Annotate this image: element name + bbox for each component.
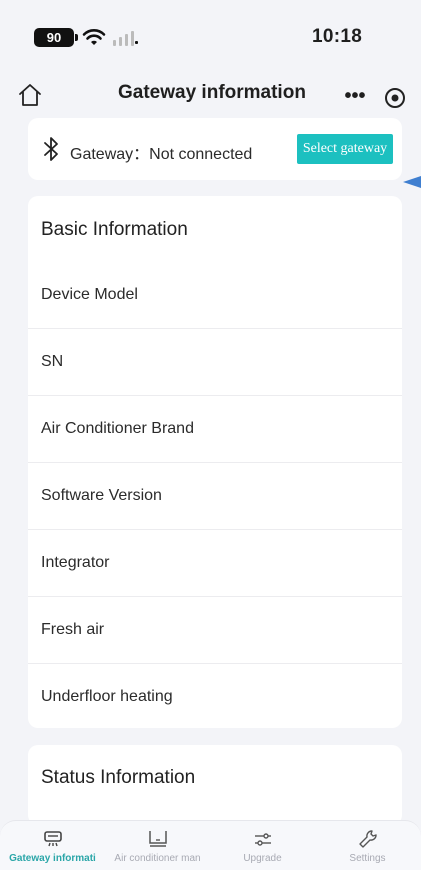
- info-row-underfloor-heating: Underfloor heating: [28, 664, 402, 728]
- tab-gateway-information[interactable]: Gateway informati: [0, 821, 105, 870]
- info-row-sn: SN: [28, 329, 402, 396]
- status-bar: 90 10:18: [0, 0, 421, 70]
- select-gateway-button[interactable]: Select gateway: [297, 134, 393, 164]
- row-label: Integrator: [41, 554, 110, 571]
- row-label: Fresh air: [41, 621, 105, 638]
- info-row-integrator: Integrator: [28, 530, 402, 597]
- tab-label: Air conditioner man: [114, 853, 201, 864]
- basic-information-card: Basic Information Device Model SN Air Co…: [28, 196, 402, 728]
- more-icon[interactable]: •••: [335, 84, 375, 112]
- tab-label: Gateway informati: [9, 853, 96, 864]
- row-label: SN: [41, 353, 64, 370]
- upgrade-icon: [254, 833, 271, 846]
- battery-indicator: 90: [34, 28, 78, 47]
- nav-bar: Gateway information •••: [0, 70, 421, 120]
- row-label: Underfloor heating: [41, 688, 173, 705]
- tab-label: Settings: [349, 853, 386, 864]
- signal-icon: [113, 31, 138, 46]
- gateway-card: Gateway：Not connected Select gateway: [28, 118, 402, 180]
- row-label: Device Model: [41, 286, 138, 303]
- pointer-arrow-icon: [403, 176, 421, 188]
- clock: 10:18: [312, 26, 363, 47]
- tab-label: Upgrade: [243, 853, 282, 864]
- tab-settings[interactable]: Settings: [315, 821, 420, 870]
- info-row-ac-brand: Air Conditioner Brand: [28, 396, 402, 463]
- status-information-card: Status Information: [28, 745, 402, 825]
- wifi-icon: [82, 29, 106, 45]
- section-title-basic: Basic Information: [41, 219, 188, 240]
- row-label: Air Conditioner Brand: [41, 420, 194, 437]
- page-title: Gateway information: [118, 82, 306, 103]
- info-row-device-model: Device Model: [28, 262, 402, 329]
- gateway-status: Gateway：Not connected: [70, 146, 253, 163]
- air-conditioner-icon: [148, 831, 167, 847]
- wrench-icon: [358, 830, 377, 848]
- tab-bar: Gateway informati Air conditioner man Up…: [0, 820, 421, 870]
- mini-program-capsule: •••: [327, 82, 417, 114]
- row-label: Software Version: [41, 487, 162, 504]
- close-target-icon[interactable]: [383, 86, 407, 110]
- info-row-fresh-air: Fresh air: [28, 597, 402, 664]
- home-icon[interactable]: [16, 81, 44, 109]
- gateway-icon: [43, 831, 62, 847]
- info-row-software-version: Software Version: [28, 463, 402, 530]
- section-title-status: Status Information: [41, 767, 196, 788]
- bluetooth-icon: [44, 137, 58, 161]
- tab-upgrade[interactable]: Upgrade: [210, 821, 315, 870]
- tab-air-conditioner-management[interactable]: Air conditioner man: [105, 821, 210, 870]
